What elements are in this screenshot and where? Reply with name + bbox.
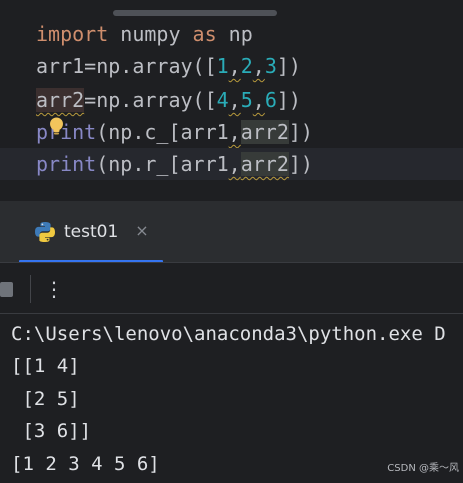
python-icon [35,222,55,242]
code-line-5[interactable]: print(np.r_[arr1,arr2]) [0,148,463,180]
console-output[interactable]: C:\Users\lenovo\anaconda3\python.exe D [… [0,314,463,483]
number-literal: 4 [216,88,229,112]
tab-label: test01 [64,222,119,242]
code-token: ]) [288,152,313,176]
code-line-3[interactable]: arr2=np.array([4,5,6]) [0,84,463,116]
code-token: ]) [276,54,301,78]
console-line: [2 5] [11,388,80,410]
code-token: , [252,54,265,78]
number-literal: 2 [240,54,253,78]
lightbulb-icon[interactable] [49,117,64,136]
code-token: arr2 [36,88,85,112]
code-token: , [228,120,241,144]
builtin-function: print [36,152,97,176]
code-token: , [228,88,241,112]
number-literal: 1 [216,54,229,78]
code-token: arr2 [240,120,289,144]
console-line: [3 6]] [11,420,92,442]
number-literal: 6 [264,88,277,112]
keyword: as [192,22,217,46]
toolbar-separator [30,275,31,303]
code-token: =np.array([ [84,88,217,112]
code-line-4[interactable]: print(np.c_[arr1,arr2]) [0,116,463,148]
number-literal: 5 [240,88,253,112]
code-line-1[interactable]: import numpy as np [0,18,463,50]
code-editor[interactable]: import numpy as np arr1=np.array([1,2,3]… [0,0,463,200]
code-line-2[interactable]: arr1=np.array([1,2,3]) [0,50,463,82]
code-token: arr2 [240,152,289,176]
stop-icon[interactable] [0,282,13,297]
code-token: ]) [276,88,301,112]
code-token: , [252,88,265,112]
console-line: [[1 4] [11,355,80,377]
code-token: (np.r_[arr1 [96,152,229,176]
run-tool-window-header: test01 × [0,200,463,263]
number-literal: 3 [264,54,277,78]
code-token: (np.c_[arr1 [96,120,229,144]
code-token: arr1=np.array([ [36,54,217,78]
code-token: ]) [288,120,313,144]
code-token: , [228,152,241,176]
keyword: import [36,22,109,46]
watermark: CSDN @乘～风 [387,463,459,474]
horizontal-scrollbar[interactable] [113,10,277,16]
more-options-icon[interactable]: ⋮ [44,275,64,303]
code-token: np [216,22,253,46]
code-token: numpy [108,22,193,46]
close-icon[interactable]: × [133,222,151,240]
code-token: , [228,54,241,78]
tab-test01[interactable]: test01 × [19,201,163,263]
console-line: C:\Users\lenovo\anaconda3\python.exe D [11,323,446,345]
run-toolbar: ⋮ [0,262,463,314]
builtin-function: print [36,120,97,144]
